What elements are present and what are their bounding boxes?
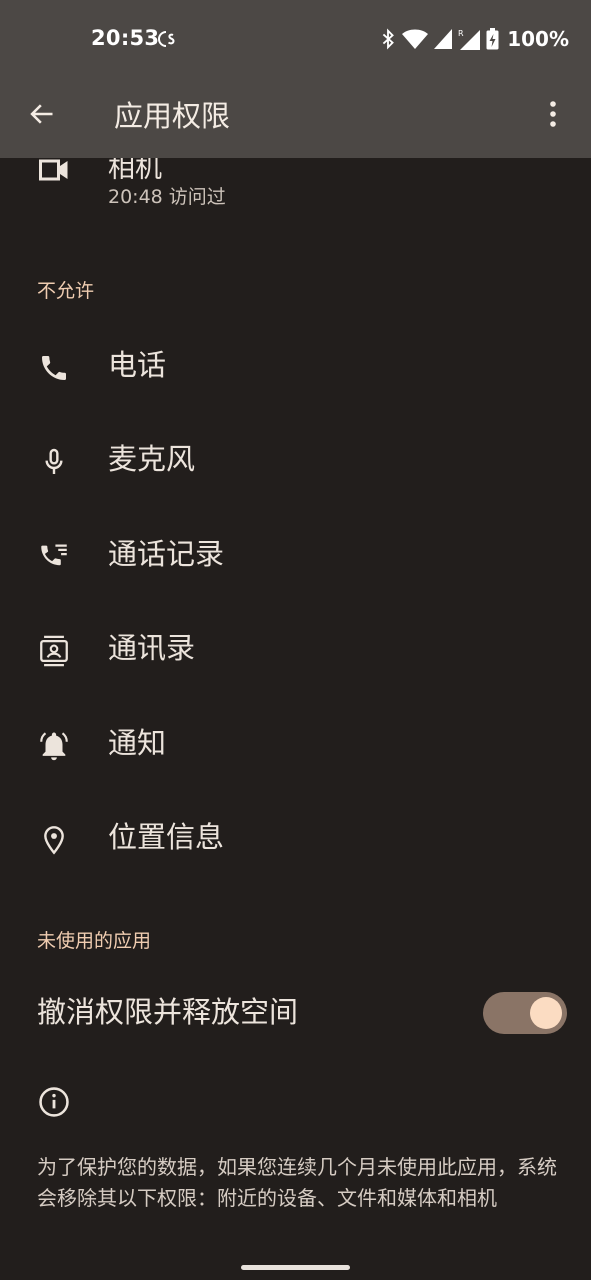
remove-permissions-switch[interactable] [483, 992, 567, 1034]
page-title: 应用权限 [114, 99, 231, 133]
permission-row-notifications[interactable]: 通知 [0, 695, 591, 789]
section-header-denied: 不允许 [37, 280, 95, 302]
bluetooth-icon [380, 28, 396, 50]
roaming-signal-icon: R [458, 28, 481, 50]
arrow-back-icon [28, 100, 56, 132]
back-button[interactable] [22, 96, 62, 136]
permission-label: 通话记录 [108, 537, 225, 571]
info-description: 为了保护您的数据，如果您连续几个月未使用此应用，系统会移除其以下权限：附近的设备… [37, 1155, 557, 1210]
wifi-icon [402, 28, 429, 50]
mic-icon [36, 444, 72, 480]
permission-row-location[interactable]: 位置信息 [0, 789, 591, 883]
gesture-nav-handle[interactable] [241, 1265, 350, 1270]
remove-permissions-toggle-row[interactable]: 撤消权限并释放空间 [0, 970, 591, 1056]
svg-text:R: R [458, 29, 464, 38]
screen: 相机 20:48 访问过 不允许 电话 麦克风 通话记录 通讯录 通知 位置信息… [0, 0, 591, 1280]
permission-label: 通讯录 [108, 631, 196, 665]
more-vert-icon [548, 100, 558, 132]
cell-signal-icon [434, 29, 453, 49]
info-icon [37, 1085, 71, 1123]
location-icon [36, 822, 72, 858]
permission-row-call-log[interactable]: 通话记录 [0, 506, 591, 600]
phone-icon [36, 350, 72, 386]
permission-label: 电话 [108, 348, 167, 382]
battery-percent: 100% [507, 27, 569, 51]
permission-label: 麦克风 [108, 442, 196, 476]
status-icons: R 100% [380, 26, 569, 52]
app-bar: 应用权限 [0, 78, 591, 158]
toggle-label: 撤消权限并释放空间 [37, 995, 299, 1029]
switch-thumb [530, 997, 562, 1029]
top-bar: 20:53 R 100% 应用权限 [0, 0, 591, 158]
notifications-icon [36, 728, 72, 764]
status-bar: 20:53 R 100% [0, 0, 591, 78]
permission-label: 位置信息 [108, 820, 225, 854]
status-time: 20:53 [91, 26, 160, 50]
last-access-text: 20:48 访问过 [108, 186, 226, 208]
section-header-unused-apps: 未使用的应用 [37, 930, 152, 952]
notification-app-icon [156, 28, 180, 54]
permission-row-contacts[interactable]: 通讯录 [0, 600, 591, 694]
videocam-icon [36, 152, 72, 192]
permission-row-microphone[interactable]: 麦克风 [0, 411, 591, 505]
battery-charging-icon [486, 28, 499, 50]
contacts-icon [36, 633, 72, 669]
permission-row-phone[interactable]: 电话 [0, 317, 591, 411]
more-options-button[interactable] [533, 96, 573, 136]
call-log-icon [36, 539, 72, 575]
permission-label: 通知 [108, 726, 167, 760]
